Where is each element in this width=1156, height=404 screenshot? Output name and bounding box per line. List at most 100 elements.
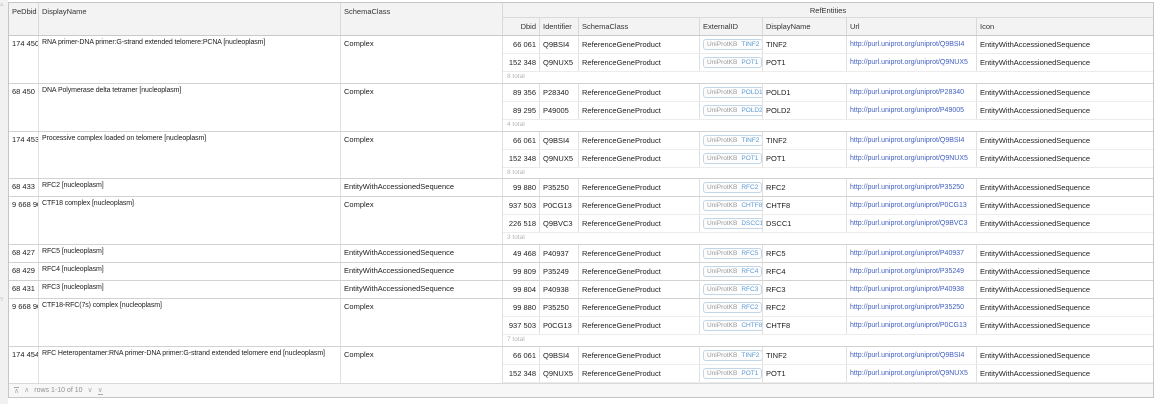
uniprot-url-link[interactable]: http://purl.uniprot.org/uniprot/P35250 [850, 184, 964, 191]
header-icon[interactable]: Icon [977, 18, 1153, 35]
external-id-cell: UniProtKBRFC5 [700, 245, 763, 262]
table-header: PeDbid DisplayName SchemaClass RefEntiti… [9, 3, 1153, 36]
uniprot-url-link[interactable]: http://purl.uniprot.org/uniprot/P49005 [850, 107, 964, 114]
ref-entities-group: 49 468P40937ReferenceGeneProductUniProtK… [503, 245, 1153, 262]
uniprot-badge[interactable]: UniProtKBPOT1 [703, 368, 762, 379]
first-page-icon[interactable]: ∧ [14, 387, 19, 395]
expand-top-icon[interactable]: ▵ [0, 1, 4, 8]
display-name-cell: RFC3 [nucleoplasm] [39, 281, 341, 298]
url-cell: http://purl.uniprot.org/uniprot/P40938 [847, 281, 977, 298]
uniprot-badge[interactable]: UniProtKBTINF2 [703, 39, 763, 50]
dataset-viewer: ▵ ▿ PeDbid DisplayName SchemaClass RefEn… [0, 0, 1156, 404]
icon-cell: EntityWithAccessionedSequence [977, 197, 1153, 214]
uniprot-source-label: UniProtKB [707, 286, 737, 293]
group-total-label: 7 total [503, 335, 1153, 346]
external-id-cell: UniProtKBRFC4 [700, 263, 763, 280]
ref-schema-class-cell: ReferenceGeneProduct [579, 299, 700, 316]
uniprot-url-link[interactable]: http://purl.uniprot.org/uniprot/P40938 [850, 286, 964, 293]
page-down-icon[interactable]: ∨ [88, 387, 93, 394]
ref-entity-row: 89 356P28340ReferenceGeneProductUniProtK… [503, 84, 1153, 102]
ref-entities-group: 66 061Q9BSI4ReferenceGeneProductUniProtK… [503, 132, 1153, 179]
header-pedbid[interactable]: PeDbid [9, 3, 39, 35]
uniprot-source-label: UniProtKB [707, 155, 737, 162]
uniprot-id-label: POT1 [741, 59, 758, 66]
uniprot-badge[interactable]: UniProtKBPOLD2 [703, 105, 763, 116]
uniprot-url-link[interactable]: http://purl.uniprot.org/uniprot/Q9BSI4 [850, 137, 964, 144]
icon-cell: EntityWithAccessionedSequence [977, 150, 1153, 167]
header-ref-schema-class[interactable]: SchemaClass [579, 18, 700, 35]
uniprot-badge[interactable]: UniProtKBDSCC1 [703, 218, 763, 229]
schema-class-cell: EntityWithAccessionedSequence [341, 281, 503, 298]
uniprot-url-link[interactable]: http://purl.uniprot.org/uniprot/P35249 [850, 268, 964, 275]
ref-identifier-cell: Q9BSI4 [540, 36, 579, 53]
ref-dbid-cell: 226 518 [503, 215, 540, 232]
external-id-cell: UniProtKBCHTF8 [700, 317, 763, 334]
last-page-icon[interactable]: ∨ [98, 387, 103, 395]
uniprot-badge[interactable]: UniProtKBTINF2 [703, 135, 763, 146]
header-schema-class[interactable]: SchemaClass [341, 3, 503, 35]
ref-dbid-cell: 66 061 [503, 36, 540, 53]
ref-display-name-cell: RFC2 [763, 299, 847, 316]
ref-identifier-cell: P35249 [540, 263, 579, 280]
ref-schema-class-cell: ReferenceGeneProduct [579, 197, 700, 214]
uniprot-source-label: UniProtKB [707, 268, 737, 275]
header-ref-display-name[interactable]: DisplayName [763, 18, 847, 35]
uniprot-badge[interactable]: UniProtKBPOT1 [703, 153, 762, 164]
uniprot-badge[interactable]: UniProtKBRFC5 [703, 248, 762, 259]
dataset-table: PeDbid DisplayName SchemaClass RefEntiti… [8, 2, 1154, 398]
url-cell: http://purl.uniprot.org/uniprot/Q9NUX5 [847, 365, 977, 382]
ref-schema-class-cell: ReferenceGeneProduct [579, 347, 700, 364]
pedbid-cell: 174 453 [9, 132, 39, 179]
ref-schema-class-cell: ReferenceGeneProduct [579, 102, 700, 119]
uniprot-badge[interactable]: UniProtKBCHTF8 [703, 200, 763, 211]
uniprot-badge[interactable]: UniProtKBRFC3 [703, 284, 762, 295]
ref-entities-group: 66 061Q9BSI4ReferenceGeneProductUniProtK… [503, 36, 1153, 83]
uniprot-badge[interactable]: UniProtKBTINF2 [703, 350, 763, 361]
ref-entities-subheader-row: Dbid Identifier SchemaClass ExternalID D… [503, 18, 1153, 35]
ref-dbid-cell: 99 880 [503, 179, 540, 196]
expand-group-icon[interactable]: ▿ [0, 296, 4, 303]
display-name-cell: CTF18 complex [nucleoplasm] [39, 197, 341, 244]
ref-display-name-cell: DSCC1 [763, 215, 847, 232]
uniprot-badge[interactable]: UniProtKBPOLD1 [703, 87, 763, 98]
header-url[interactable]: Url [847, 18, 977, 35]
url-cell: http://purl.uniprot.org/uniprot/Q9BSI4 [847, 132, 977, 149]
ref-schema-class-cell: ReferenceGeneProduct [579, 36, 700, 53]
ref-schema-class-cell: ReferenceGeneProduct [579, 317, 700, 334]
ref-entity-row: 89 295P49005ReferenceGeneProductUniProtK… [503, 102, 1153, 120]
display-name-cell: RNA primer-DNA primer:G-strand extended … [39, 36, 341, 83]
uniprot-badge[interactable]: UniProtKBPOT1 [703, 57, 762, 68]
icon-cell: EntityWithAccessionedSequence [977, 54, 1153, 71]
uniprot-url-link[interactable]: http://purl.uniprot.org/uniprot/Q9BSI4 [850, 352, 964, 359]
ref-identifier-cell: Q9NUX5 [540, 365, 579, 382]
header-dbid[interactable]: Dbid [503, 18, 540, 35]
page-up-icon[interactable]: ∧ [24, 387, 29, 394]
uniprot-url-link[interactable]: http://purl.uniprot.org/uniprot/P35250 [850, 304, 964, 311]
uniprot-url-link[interactable]: http://purl.uniprot.org/uniprot/P40937 [850, 250, 964, 257]
header-external-id[interactable]: ExternalID [700, 18, 763, 35]
uniprot-url-link[interactable]: http://purl.uniprot.org/uniprot/Q9NUX5 [850, 370, 968, 377]
icon-cell: EntityWithAccessionedSequence [977, 317, 1153, 334]
header-identifier[interactable]: Identifier [540, 18, 579, 35]
uniprot-badge[interactable]: UniProtKBCHTF8 [703, 320, 763, 331]
external-id-cell: UniProtKBPOT1 [700, 150, 763, 167]
uniprot-badge[interactable]: UniProtKBRFC2 [703, 302, 762, 313]
ref-display-name-cell: RFC4 [763, 263, 847, 280]
ref-identifier-cell: Q9BVC3 [540, 215, 579, 232]
uniprot-url-link[interactable]: http://purl.uniprot.org/uniprot/Q9BVC3 [850, 220, 968, 227]
uniprot-url-link[interactable]: http://purl.uniprot.org/uniprot/P0CG13 [850, 202, 967, 209]
header-ref-entities[interactable]: RefEntities [503, 3, 1153, 18]
uniprot-url-link[interactable]: http://purl.uniprot.org/uniprot/Q9NUX5 [850, 59, 968, 66]
uniprot-url-link[interactable]: http://purl.uniprot.org/uniprot/P28340 [850, 89, 964, 96]
uniprot-id-label: RFC2 [741, 184, 758, 191]
ref-display-name-cell: POT1 [763, 150, 847, 167]
group-total-label: 8 total [503, 72, 1153, 83]
uniprot-badge[interactable]: UniProtKBRFC2 [703, 182, 762, 193]
ref-dbid-cell: 99 804 [503, 281, 540, 298]
header-display-name[interactable]: DisplayName [39, 3, 341, 35]
uniprot-url-link[interactable]: http://purl.uniprot.org/uniprot/Q9NUX5 [850, 155, 968, 162]
external-id-cell: UniProtKBTINF2 [700, 36, 763, 53]
uniprot-badge[interactable]: UniProtKBRFC4 [703, 266, 762, 277]
uniprot-url-link[interactable]: http://purl.uniprot.org/uniprot/P0CG13 [850, 322, 967, 329]
uniprot-url-link[interactable]: http://purl.uniprot.org/uniprot/Q9BSI4 [850, 41, 964, 48]
